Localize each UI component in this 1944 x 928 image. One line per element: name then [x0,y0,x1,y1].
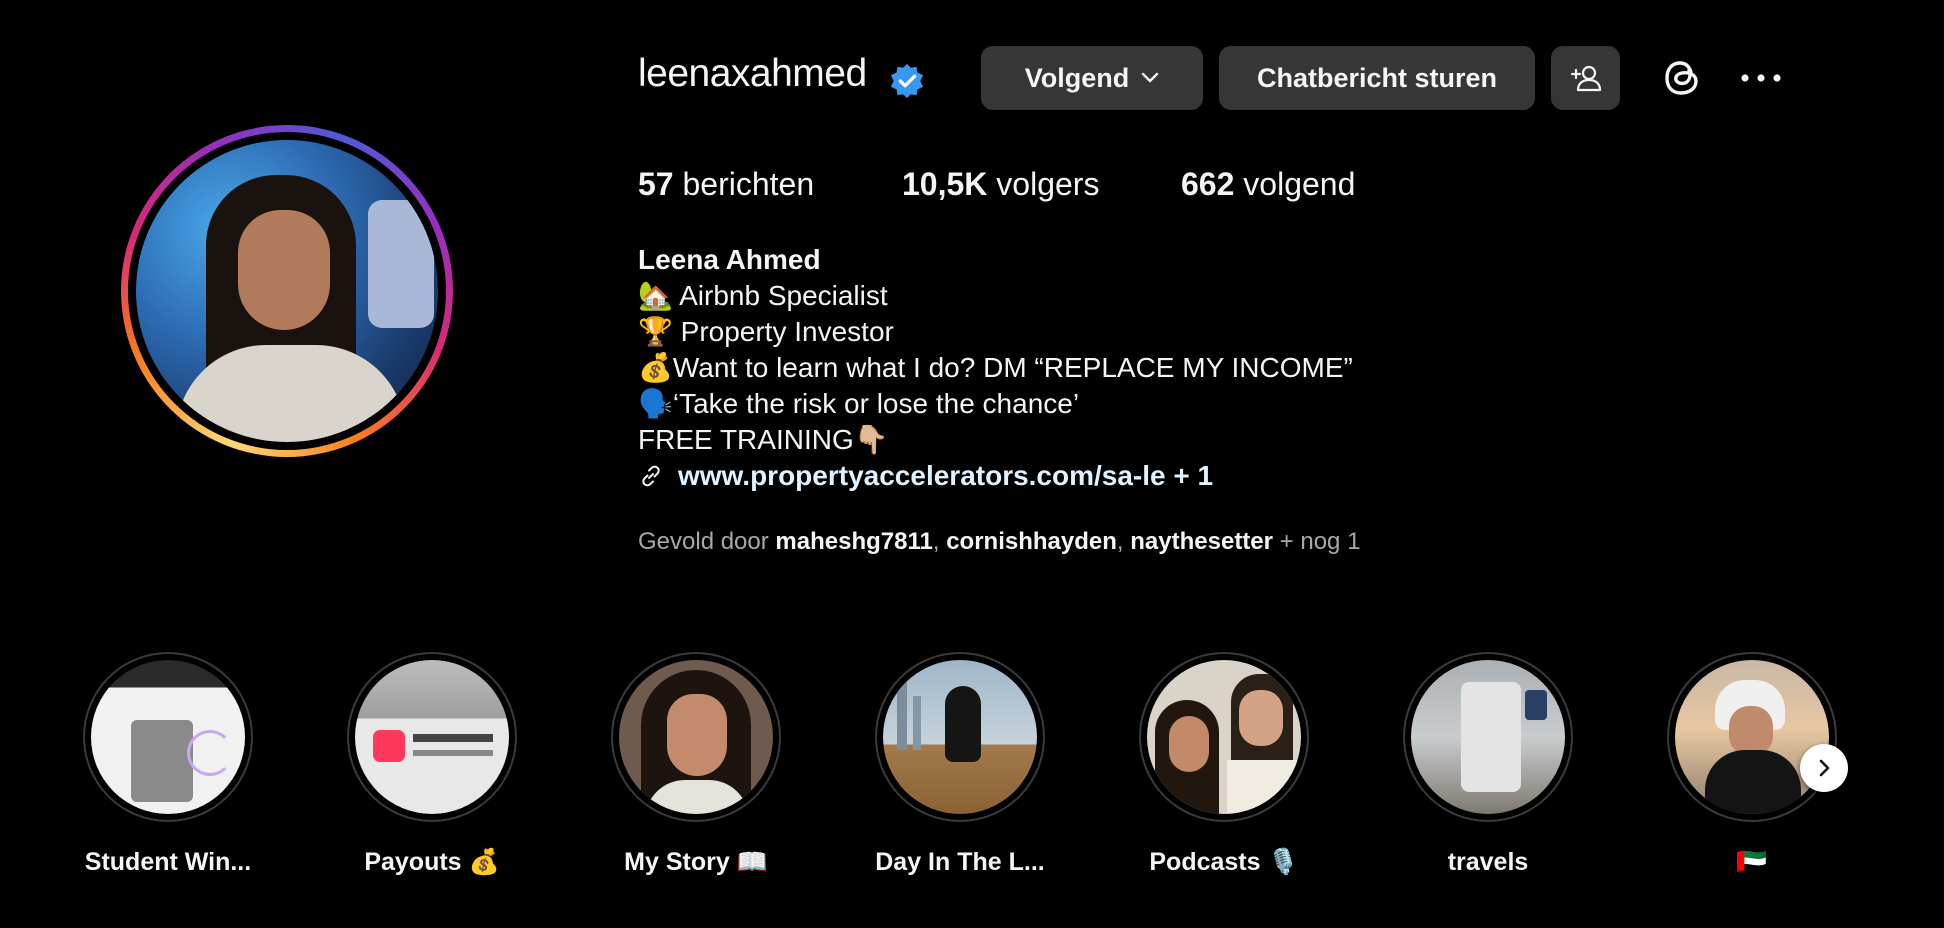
followers-count: 10,5K [902,166,988,202]
highlight-cover [1675,660,1829,814]
bio-line: 🏡 Airbnb Specialist [638,280,888,311]
highlight-ring [1139,652,1309,822]
highlight-ring [1403,652,1573,822]
avatar-face [238,210,330,330]
following-label: volgend [1243,166,1356,202]
highlight-cover [1147,660,1301,814]
bio-line: 💰Want to learn what I do? DM “REPLACE MY… [638,352,1353,383]
highlight-label: Payouts 💰 [364,848,500,876]
threads-icon[interactable] [1660,55,1706,101]
highlight-label: Day In The L... [875,848,1045,876]
highlight-cover [883,660,1037,814]
following-button-label: Volgend [1024,62,1130,93]
chevron-right-icon [1819,759,1830,777]
highlight-label: Podcasts 🎙️ [1149,848,1299,876]
following-count: 662 [1181,166,1235,202]
link-icon [642,465,660,487]
story-highlight[interactable]: Day In The L... [875,652,1045,877]
profile-bio: Leena Ahmed 🏡 Airbnb Specialist 🏆 Proper… [638,242,1353,494]
following-button[interactable]: Volgend [981,46,1203,110]
bio-line: FREE TRAINING👇🏼 [638,424,889,455]
highlight-ring [611,652,781,822]
highlight-cover [1411,660,1565,814]
chevron-down-icon [1142,72,1159,83]
highlight-cover [355,660,509,814]
following-stat[interactable]: 662 volgend [1181,166,1355,203]
followers-label: volgers [996,166,1100,202]
story-highlight[interactable]: travels [1403,652,1573,877]
highlight-label: Student Win... [84,848,252,876]
highlight-cover [91,660,245,814]
story-highlight[interactable]: My Story 📖 [611,652,781,877]
posts-label: berichten [682,166,815,202]
followed-by-suffix: + nog 1 [1279,528,1361,555]
story-highlight[interactable]: Payouts 💰 [347,652,517,877]
bio-link[interactable]: www.propertyaccelerators.com/sa-le + 1 [638,458,1353,494]
followed-by[interactable]: Gevold door maheshg7811, cornishhayden, … [638,528,1360,556]
posts-count: 57 [638,166,674,202]
followed-by-user[interactable]: maheshg7811 [775,528,932,555]
story-highlight[interactable]: Podcasts 🎙️ [1139,652,1309,877]
followed-by-prefix: Gevold door [638,528,769,555]
profile-avatar-ring[interactable] [121,125,453,457]
avatar-phone [368,200,434,328]
bio-line: 🗣️‘Take the risk or lose the chance’ [638,388,1080,419]
highlight-ring [875,652,1045,822]
message-button[interactable]: Chatbericht sturen [1219,46,1535,110]
followed-by-user[interactable]: naythesetter [1130,528,1273,555]
bio-link-text: www.propertyaccelerators.com/sa-le + 1 [678,460,1214,491]
highlight-label: 🇦🇪 [1736,848,1768,876]
more-options-icon[interactable] [1738,68,1784,88]
followed-by-user[interactable]: cornishhayden [946,528,1117,555]
bio-line: 🏆 Property Investor [638,316,894,347]
highlight-label: My Story 📖 [624,848,768,876]
avatar-gap [128,132,446,450]
profile-username: leenaxahmed [638,52,867,95]
highlight-cover [619,660,773,814]
posts-stat: 57 berichten [638,166,814,203]
suggest-accounts-button[interactable] [1551,46,1620,110]
highlight-ring [347,652,517,822]
message-button-label: Chatbericht sturen [1256,62,1498,93]
highlights-next-button[interactable] [1800,744,1848,792]
highlight-ring [83,652,253,822]
highlight-label: travels [1447,848,1529,876]
highlight-ring [1667,652,1837,822]
avatar[interactable] [136,140,438,442]
bio-full-name: Leena Ahmed [638,244,821,275]
add-person-icon [1570,65,1601,92]
verified-badge-icon [890,63,924,99]
followers-stat[interactable]: 10,5K volgers [902,166,1099,203]
story-highlight[interactable]: Student Win... [83,652,253,877]
